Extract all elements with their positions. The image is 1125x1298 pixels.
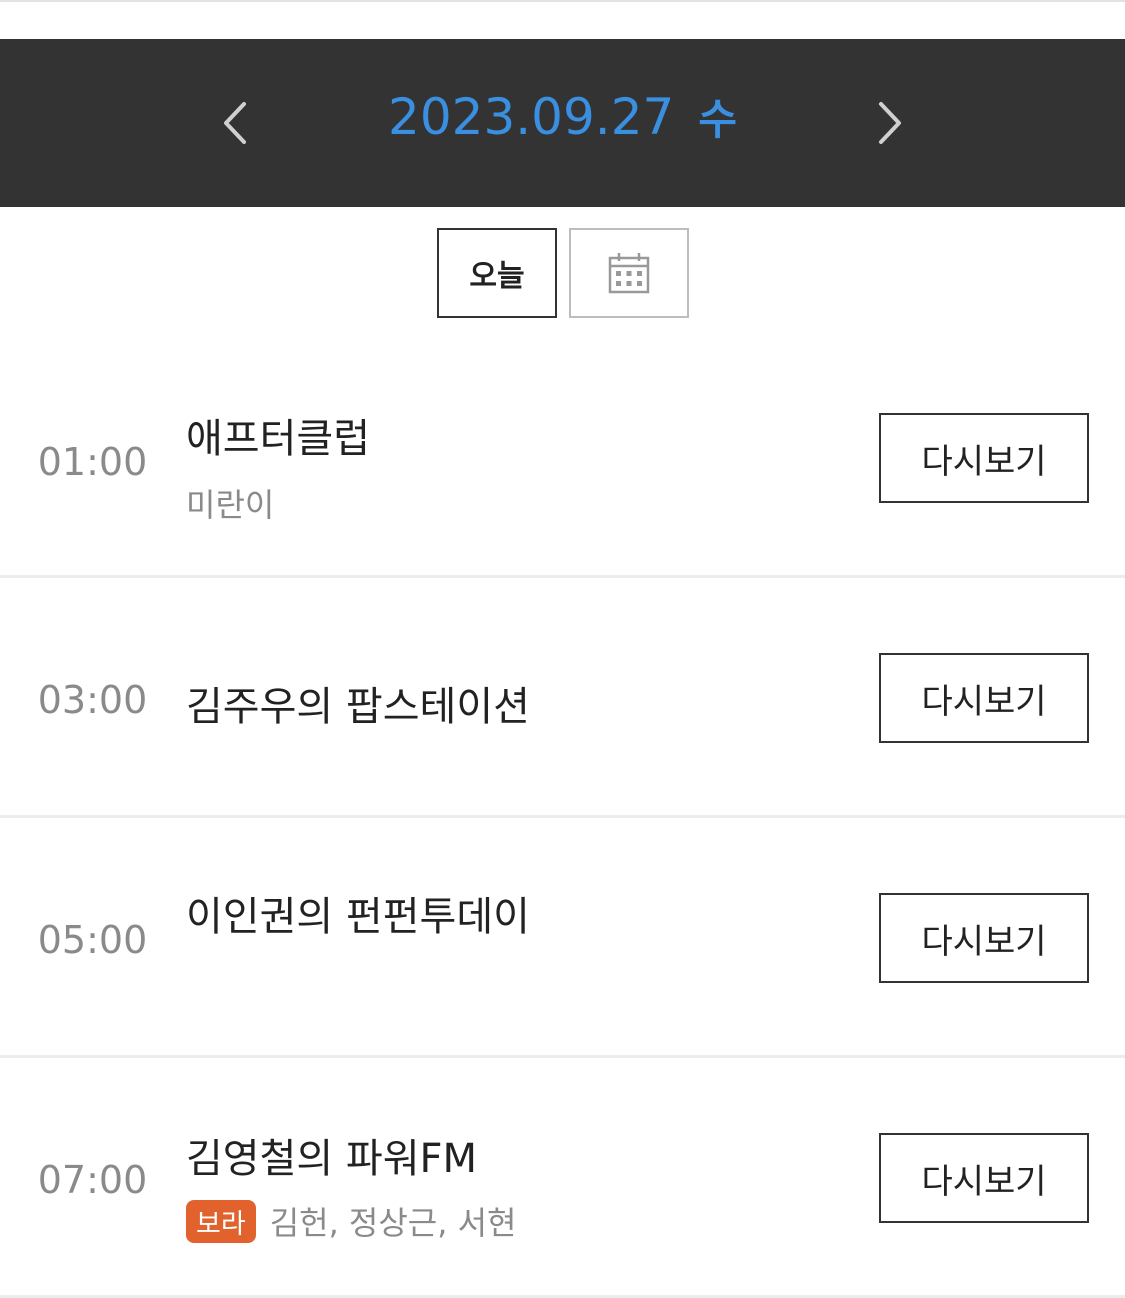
program-host: 보라 김헌, 정상근, 서현 [186, 1198, 516, 1244]
today-button[interactable]: 오늘 [437, 228, 557, 318]
date-label: 2023.09.27 수 [0, 86, 1125, 160]
program-time: 05:00 [37, 918, 148, 962]
schedule-row: 03:00 김주우의 팝스테이션 다시보기 [0, 578, 1125, 818]
replay-button[interactable]: 다시보기 [879, 1133, 1089, 1223]
date-text: 2023.09.27 [388, 88, 675, 146]
schedule-row: 01:00 애프터클럽 미란이 다시보기 [0, 338, 1125, 578]
host-names: 미란이 [186, 486, 275, 524]
date-navigation-bar: 2023.09.27 수 [0, 39, 1125, 207]
replay-button[interactable]: 다시보기 [879, 893, 1089, 983]
program-time: 07:00 [37, 1158, 148, 1202]
calendar-icon [608, 253, 650, 294]
weekday-text: 수 [698, 95, 737, 144]
top-divider [0, 0, 1125, 2]
schedule-row: 07:00 김영철의 파워FM 보라 김헌, 정상근, 서현 다시보기 [0, 1058, 1125, 1298]
next-day-button[interactable] [849, 83, 929, 163]
program-title[interactable]: 애프터클럽 [186, 406, 370, 464]
program-host: 미란이 [186, 480, 274, 526]
replay-button[interactable]: 다시보기 [879, 413, 1089, 503]
calendar-button[interactable] [569, 228, 689, 318]
replay-button[interactable]: 다시보기 [879, 653, 1089, 743]
program-time: 01:00 [37, 440, 148, 484]
bora-badge[interactable]: 보라 [186, 1199, 256, 1243]
program-time: 03:00 [37, 678, 148, 722]
program-title[interactable]: 김영철의 파워FM [186, 1126, 477, 1184]
program-title[interactable]: 김주우의 팝스테이션 [186, 674, 530, 732]
program-title[interactable]: 이인권의 펀펀투데이 [186, 884, 530, 942]
chevron-right-icon [879, 102, 901, 144]
schedule-row: 05:00 이인권의 펀펀투데이 다시보기 [0, 818, 1125, 1058]
host-names: 김헌, 정상근, 서현 [269, 1204, 517, 1242]
